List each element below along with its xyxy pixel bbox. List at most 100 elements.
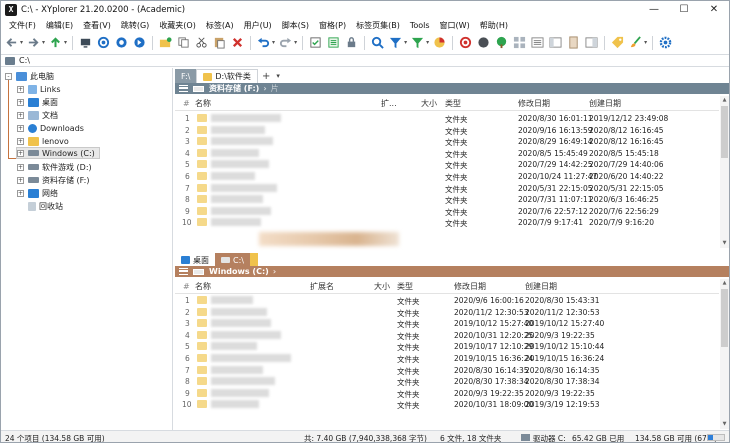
breadcrumb-folder[interactable]: 片 [271,83,279,94]
menu-script[interactable]: 脚本(S) [277,20,314,31]
tree-node-drive-f[interactable]: + 资料存储 (F:) [17,174,89,186]
column-type[interactable]: 类型 [445,98,461,109]
scroll-down-icon[interactable]: ▼ [720,420,729,429]
minimize-button[interactable]: — [639,1,669,19]
find-icon[interactable] [114,35,129,50]
expand-icon[interactable]: + [17,98,24,106]
expand-icon[interactable]: + [17,111,24,119]
table-row[interactable]: 4 文件夹 2020/10/31 12:20:25 2020/9/3 19:22:35 [175,330,719,342]
tree-node-downloads[interactable]: + Downloads [17,122,84,134]
grid-icon[interactable] [512,35,527,50]
column-created[interactable]: 创建日期 [589,98,621,109]
expand-icon[interactable]: + [17,176,24,184]
table-row[interactable]: 10 文件夹 2020/7/9 9:17:41 2020/7/9 9:16:20 [175,218,719,229]
table-row[interactable]: 5 文件夹 2019/10/17 12:10:29 2019/10/12 15:10:… [175,342,719,353]
tree-node-links[interactable]: + Links [17,83,61,95]
table-row[interactable]: 8 文件夹 2020/8/30 17:38:34 2020/8/30 17:38:34 [175,377,719,388]
expand-icon[interactable]: + [17,85,24,93]
copy-icon[interactable] [176,35,191,50]
preview-icon[interactable] [584,35,599,50]
menu-tabsets[interactable]: 标签页集(B) [351,20,405,31]
tree-node-recycle-bin[interactable]: 回收站 [28,200,63,212]
tree-node-desktop[interactable]: + 桌面 [17,96,58,108]
redo-icon[interactable] [278,35,293,50]
tab-d-software[interactable]: D:\软件类 [196,69,258,83]
column-index[interactable]: # [183,282,190,291]
menu-icon[interactable] [179,85,188,92]
menu-help[interactable]: 帮助(H) [475,20,513,31]
menu-file[interactable]: 文件(F) [4,20,41,31]
dual-pane-icon[interactable] [566,35,581,50]
menu-user[interactable]: 用户(U) [239,20,277,31]
menu-tools[interactable]: Tools [405,21,435,30]
tree-node-this-pc[interactable]: - 此电脑 [5,70,54,82]
scroll-thumb[interactable] [721,289,728,347]
target-icon[interactable] [458,35,473,50]
scroll-down-icon[interactable]: ▼ [720,239,729,248]
column-size[interactable]: 大小 [374,281,390,292]
tree-node-documents[interactable]: + 文档 [17,109,58,121]
maximize-button[interactable]: ☐ [669,1,699,19]
scroll-up-icon[interactable]: ▲ [720,96,729,105]
back-icon[interactable] [4,35,19,50]
tab-desktop[interactable]: 桌面 [175,253,215,267]
menu-favorites[interactable]: 收藏夹(O) [154,20,201,31]
expand-icon[interactable]: + [17,124,24,132]
table-row[interactable]: 2 文件夹 2020/9/16 16:13:59 2020/8/12 16:16:45 [175,125,719,137]
go-icon[interactable] [132,35,147,50]
address-bar[interactable]: C:\ [1,54,729,67]
address-input[interactable]: C:\ [19,56,30,65]
tab-c-drive[interactable]: C:\ [215,253,250,267]
table-row[interactable]: 9 文件夹 2020/9/3 19:22:35 2020/9/3 19:22:35 [175,388,719,400]
menu-go[interactable]: 跳转(G) [116,20,154,31]
tree-node-drive-d[interactable]: + 软件游戏 (D:) [17,161,92,173]
filter-funnel-icon[interactable] [388,35,403,50]
brush-icon[interactable] [628,35,643,50]
select-icon[interactable] [308,35,323,50]
column-ext[interactable]: 扩... [381,98,397,109]
search-icon[interactable] [370,35,385,50]
color-filter-icon[interactable] [410,35,425,50]
cut-icon[interactable] [194,35,209,50]
circle-icon[interactable] [476,35,491,50]
table-row[interactable]: 3 文件夹 2019/10/12 15:27:40 2019/10/12 15:27:… [175,319,719,330]
collapse-icon[interactable]: - [5,72,12,80]
tree-icon[interactable] [494,35,509,50]
table-row[interactable]: 7 文件夹 2020/5/31 22:15:05 2020/5/31 22:15:05 [175,183,719,195]
table-row[interactable]: 1 文件夹 2020/9/6 16:00:16 2020/8/30 15:43:31 [175,296,719,307]
menu-tags[interactable]: 标签(A) [201,20,239,31]
column-index[interactable]: # [183,99,190,108]
table-row[interactable]: 2 文件夹 2020/11/2 12:30:53 2020/11/2 12:30:53 [175,307,719,319]
pie-icon[interactable] [432,35,447,50]
column-name[interactable]: 名称 [195,98,211,109]
column-modified[interactable]: 修改日期 [454,281,486,292]
pane1-scrollbar[interactable]: ▲ ▼ [720,96,729,248]
column-type[interactable]: 类型 [397,281,413,292]
column-ext[interactable]: 扩展名 [310,281,334,292]
table-row[interactable]: 8 文件夹 2020/7/31 11:07:11 2020/6/3 16:46:25 [175,195,719,206]
list-icon[interactable] [530,35,545,50]
title-bar[interactable]: X C:\ - XYplorer 21.20.0200 - (Academic)… [1,1,729,19]
expand-icon[interactable]: + [17,189,24,197]
table-row[interactable]: 4 文件夹 2020/8/5 15:45:49 2020/8/5 15:45:18 [175,148,719,160]
menu-icon[interactable] [179,268,188,275]
expand-icon[interactable]: + [17,163,24,171]
new-tab-button[interactable]: + [258,69,274,83]
breadcrumb-drive[interactable]: Windows (C:) [209,267,269,276]
settings-icon[interactable] [658,35,673,50]
tags-icon[interactable] [610,35,625,50]
column-modified[interactable]: 修改日期 [518,98,550,109]
menu-view[interactable]: 查看(V) [78,20,116,31]
up-icon[interactable] [48,35,63,50]
column-name[interactable]: 名称 [195,281,211,292]
column-size[interactable]: 大小 [421,98,437,109]
scroll-up-icon[interactable]: ▲ [720,279,729,288]
expand-icon[interactable]: + [17,137,24,145]
undo-icon[interactable] [256,35,271,50]
browse-icon[interactable] [96,35,111,50]
tab-folder[interactable] [249,253,258,267]
table-row[interactable]: 7 文件夹 2020/8/30 16:14:35 2020/8/30 16:14:35 [175,365,719,377]
table-row[interactable]: 10 文件夹 2020/10/31 18:09:00 2019/3/19 12:19:… [175,400,719,411]
pane1-breadcrumb[interactable]: 资料存储 (F:) › 片 [175,83,729,94]
column-created[interactable]: 创建日期 [525,281,557,292]
